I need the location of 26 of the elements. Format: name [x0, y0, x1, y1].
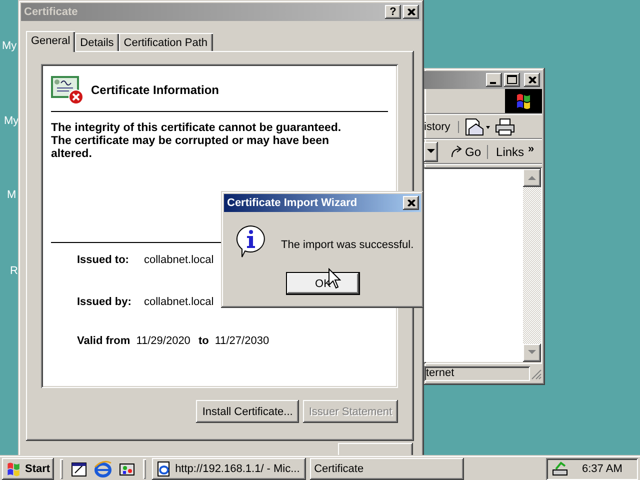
tab[interactable]: Certification Path	[118, 33, 213, 51]
field-label: to	[198, 335, 209, 347]
tab[interactable]: General	[26, 31, 76, 52]
field-value: 11/29/2020	[136, 335, 190, 347]
dialog-button[interactable]: Install Certificate...	[196, 400, 299, 423]
help-button[interactable]: ?	[385, 5, 401, 19]
taskbar-button[interactable]: Certificate	[310, 458, 464, 480]
section-heading: Certificate Information	[91, 83, 220, 97]
field-value: 11/27/2030	[214, 335, 270, 347]
more-chevron[interactable]: »	[528, 142, 534, 155]
field-value: collabnet.local	[144, 254, 214, 266]
field-label: Issued to:	[77, 254, 130, 266]
window-title: Certificate	[24, 6, 79, 18]
message-text: The import was successful.	[281, 239, 414, 251]
clock: 6:37 AM	[582, 462, 622, 474]
field-label: Valid from	[77, 335, 130, 347]
warning-text: The integrity of this certificate cannot be guaranteed. The certificate may be corrupted or may have been altered.	[51, 122, 342, 161]
field-value: collabnet.local	[144, 296, 214, 308]
go-button[interactable]: Go	[442, 144, 488, 159]
window-title: Certificate Import Wizard	[227, 197, 358, 209]
links-button[interactable]: Links	[492, 144, 524, 159]
start-button[interactable]: Start	[2, 458, 54, 480]
tab[interactable]: Details	[75, 33, 119, 51]
field-label: Issued by:	[77, 296, 132, 308]
taskbar-button[interactable]: http://192.168.1.1/ - Mic...	[152, 458, 306, 480]
status-text: ternet	[424, 366, 530, 382]
